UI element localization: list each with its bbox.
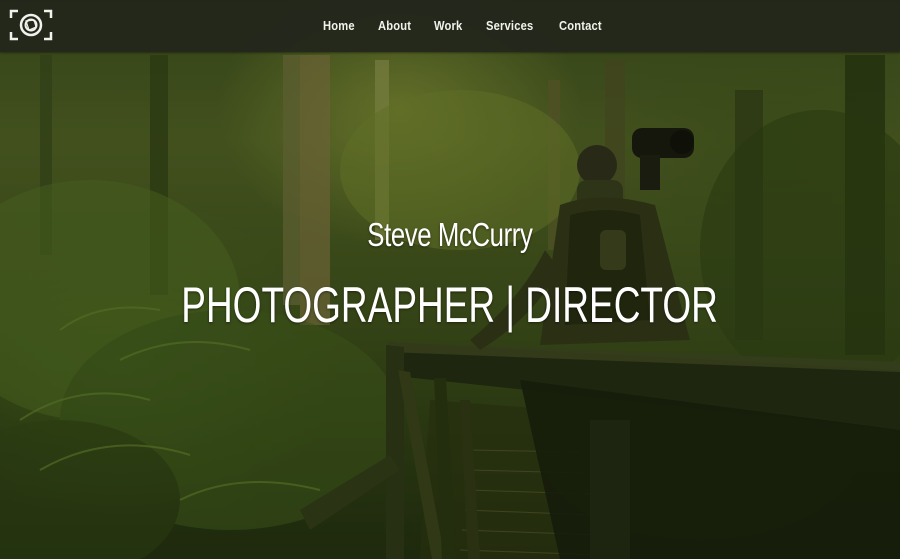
nav-item-services: Services xyxy=(486,17,541,35)
camera-aperture-icon[interactable] xyxy=(9,9,53,41)
nav-link-services[interactable]: Services xyxy=(486,18,533,33)
nav-link-contact[interactable]: Contact xyxy=(559,18,602,33)
nav-item-about: About xyxy=(378,17,417,35)
hero-title-text: PHOTOGRAPHER | DIRECTOR xyxy=(181,277,719,333)
hero-name-text: Steve McCurry xyxy=(367,216,533,253)
top-navbar: Home About Work Services Contact xyxy=(0,0,900,52)
nav-item-contact: Contact xyxy=(559,17,609,35)
hero-title-heading: PHOTOGRAPHER | DIRECTOR xyxy=(0,275,900,335)
page: Home About Work Services Contact Steve M… xyxy=(0,0,900,559)
nav-link-about[interactable]: About xyxy=(378,18,411,33)
main-nav: Home About Work Services Contact xyxy=(314,0,617,52)
hero-name-heading: Steve McCurry xyxy=(0,211,900,259)
nav-item-home: Home xyxy=(323,17,360,35)
nav-link-home[interactable]: Home xyxy=(323,18,355,33)
nav-item-work: Work xyxy=(434,17,467,35)
nav-link-work[interactable]: Work xyxy=(434,18,462,33)
